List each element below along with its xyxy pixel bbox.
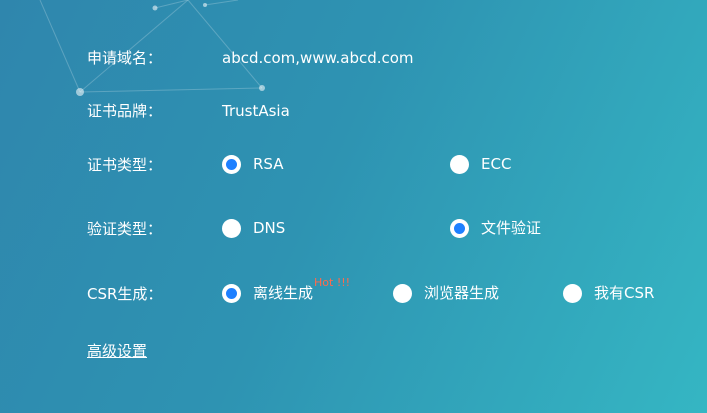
brand-value: TrustAsia bbox=[222, 102, 290, 120]
cert-type-ecc-radio[interactable] bbox=[450, 154, 469, 174]
cert-type-rsa-radio[interactable] bbox=[222, 154, 241, 174]
csr-label: CSR生成： bbox=[87, 285, 163, 303]
brand-label: 证书品牌： bbox=[87, 102, 163, 120]
verify-type-label: 验证类型： bbox=[87, 220, 163, 238]
hot-badge: Hot !!! bbox=[314, 276, 351, 289]
csr-own-label: 我有CSR bbox=[594, 284, 655, 302]
verify-type-dns-option[interactable]: DNS bbox=[222, 216, 285, 240]
cert-type-rsa-label: RSA bbox=[253, 155, 284, 173]
csr-browser-option[interactable]: 浏览器生成 bbox=[393, 281, 499, 305]
csr-browser-radio[interactable] bbox=[393, 283, 412, 303]
csr-offline-text: 离线生成 bbox=[253, 284, 314, 302]
cert-type-label: 证书类型： bbox=[87, 156, 163, 174]
cert-type-ecc-label: ECC bbox=[481, 155, 512, 173]
csr-offline-radio[interactable] bbox=[222, 283, 241, 303]
csr-offline-label: 离线生成 Hot !!! bbox=[253, 277, 350, 303]
csr-offline-option[interactable]: 离线生成 Hot !!! bbox=[222, 277, 350, 305]
domain-label: 申请域名： bbox=[87, 49, 163, 67]
csr-own-radio[interactable] bbox=[563, 283, 582, 303]
csr-browser-label: 浏览器生成 bbox=[424, 284, 500, 302]
verify-type-dns-label: DNS bbox=[253, 219, 286, 237]
verify-type-file-label: 文件验证 bbox=[481, 219, 542, 237]
verify-type-file-option[interactable]: 文件验证 bbox=[450, 216, 541, 240]
cert-type-ecc-option[interactable]: ECC bbox=[450, 152, 511, 176]
domain-value: abcd.com,www.abcd.com bbox=[222, 49, 414, 67]
verify-type-dns-radio[interactable] bbox=[222, 218, 241, 238]
verify-type-file-radio[interactable] bbox=[450, 218, 469, 238]
csr-own-option[interactable]: 我有CSR bbox=[563, 281, 654, 305]
cert-type-rsa-option[interactable]: RSA bbox=[222, 152, 283, 176]
advanced-settings-link[interactable]: 高级设置 bbox=[87, 341, 147, 361]
